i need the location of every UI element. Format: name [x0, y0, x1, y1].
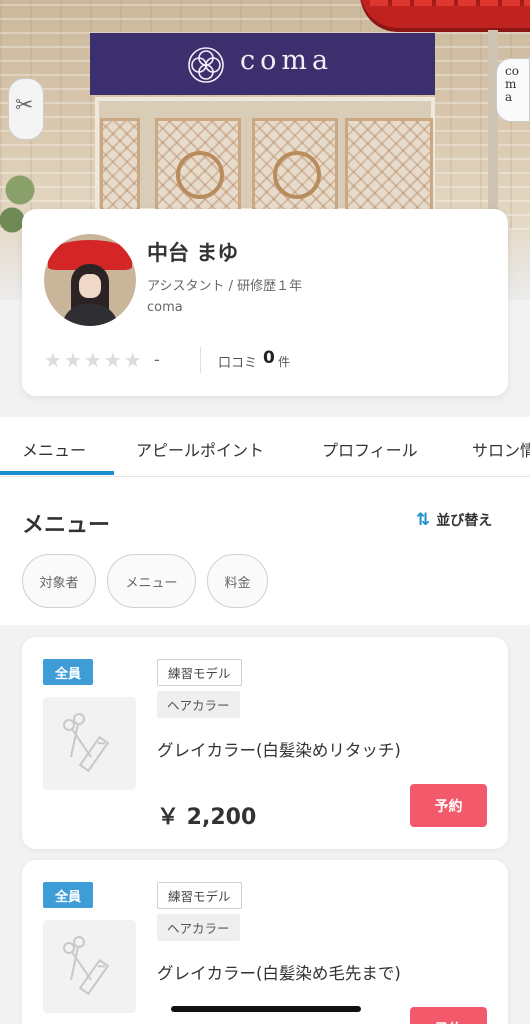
paper-lantern: coma: [496, 58, 530, 122]
stylist-name: 中台 まゆ: [147, 241, 239, 265]
scissors-icon: ✂: [15, 93, 34, 118]
lantern-text: coma: [505, 64, 519, 104]
menu-price: ￥ 2,200: [157, 805, 257, 830]
filter-menu-button[interactable]: メニュー: [107, 554, 196, 608]
tag-category: ヘアカラー: [157, 914, 240, 941]
menu-section-header: メニュー ⇅ 並び替え 対象者 メニュー 料金: [0, 477, 530, 625]
door-panel: [100, 118, 140, 213]
shop-sign-text: coma: [240, 45, 334, 76]
tab-appeal-points[interactable]: アピールポイント: [136, 437, 264, 461]
stylist-profile-card: 中台 まゆ アシスタント / 研修歴１年 coma ★ ★ ★ ★ ★ - 口コ…: [22, 209, 508, 396]
shop-curtain-sign: coma: [90, 33, 435, 95]
menu-item-card[interactable]: 全員 練習モデル ヘアカラー グレイカラー(白髪染めリタッチ) ￥ 2,200 …: [22, 637, 508, 849]
menu-item-card[interactable]: 全員 練習モデル ヘアカラー グレイカラー(白髪染め毛先まで) 予約: [22, 860, 508, 1024]
review-label[interactable]: 口コミ: [218, 352, 257, 371]
filter-target-button[interactable]: 対象者: [22, 554, 96, 608]
tab-menu[interactable]: メニュー: [22, 437, 86, 461]
star-icon: ★: [123, 348, 142, 372]
rating-value: -: [154, 350, 160, 369]
salon-logo-icon: [188, 47, 224, 83]
menu-name: グレイカラー(白髪染めリタッチ): [157, 741, 401, 760]
tag-category: ヘアカラー: [157, 691, 240, 718]
active-tab-indicator: [0, 471, 114, 475]
rating-stars: ★ ★ ★ ★ ★: [44, 349, 142, 371]
scissors-comb-icon: [63, 713, 110, 773]
avatar[interactable]: [44, 234, 136, 326]
tab-profile[interactable]: プロフィール: [322, 437, 418, 461]
reserve-button[interactable]: 予約: [410, 784, 487, 827]
menu-thumbnail: [43, 697, 136, 790]
sort-arrows-icon: ⇅: [416, 510, 431, 530]
divider: [200, 347, 201, 373]
sort-label: 並び替え: [436, 513, 493, 529]
star-icon: ★: [44, 348, 62, 372]
salon-name: coma: [147, 300, 183, 315]
home-indicator: [171, 1006, 361, 1012]
target-badge: 全員: [43, 882, 93, 908]
menu-name: グレイカラー(白髪染め毛先まで): [157, 964, 401, 983]
door-panel: [155, 118, 241, 213]
scissors-comb-icon: [63, 936, 110, 996]
star-icon: ★: [63, 348, 82, 372]
review-count[interactable]: 0: [263, 348, 275, 368]
scissors-lantern: ✂: [8, 78, 44, 140]
tag-practice-model: 練習モデル: [157, 659, 242, 686]
tab-salon-info[interactable]: サロン情: [472, 437, 530, 461]
sort-button[interactable]: ⇅ 並び替え: [416, 510, 492, 530]
review-unit: 件: [278, 355, 291, 369]
menu-thumbnail: [43, 920, 136, 1013]
tab-bar: メニュー アピールポイント プロフィール サロン情: [0, 417, 530, 477]
pole: [488, 30, 498, 230]
door-panel: [345, 118, 433, 213]
section-title: メニュー: [22, 513, 111, 538]
reserve-button[interactable]: 予約: [410, 1007, 487, 1024]
red-awning: [360, 0, 530, 28]
tag-practice-model: 練習モデル: [157, 882, 242, 909]
stylist-role: アシスタント / 研修歴１年: [147, 279, 303, 294]
target-badge: 全員: [43, 659, 93, 685]
star-icon: ★: [83, 348, 102, 372]
filter-price-button[interactable]: 料金: [207, 554, 268, 608]
menu-content: メニュー ⇅ 並び替え 対象者 メニュー 料金 全員 練習モデル ヘアカラー グ…: [0, 477, 530, 1024]
door-panel: [252, 118, 338, 213]
star-icon: ★: [103, 348, 122, 372]
